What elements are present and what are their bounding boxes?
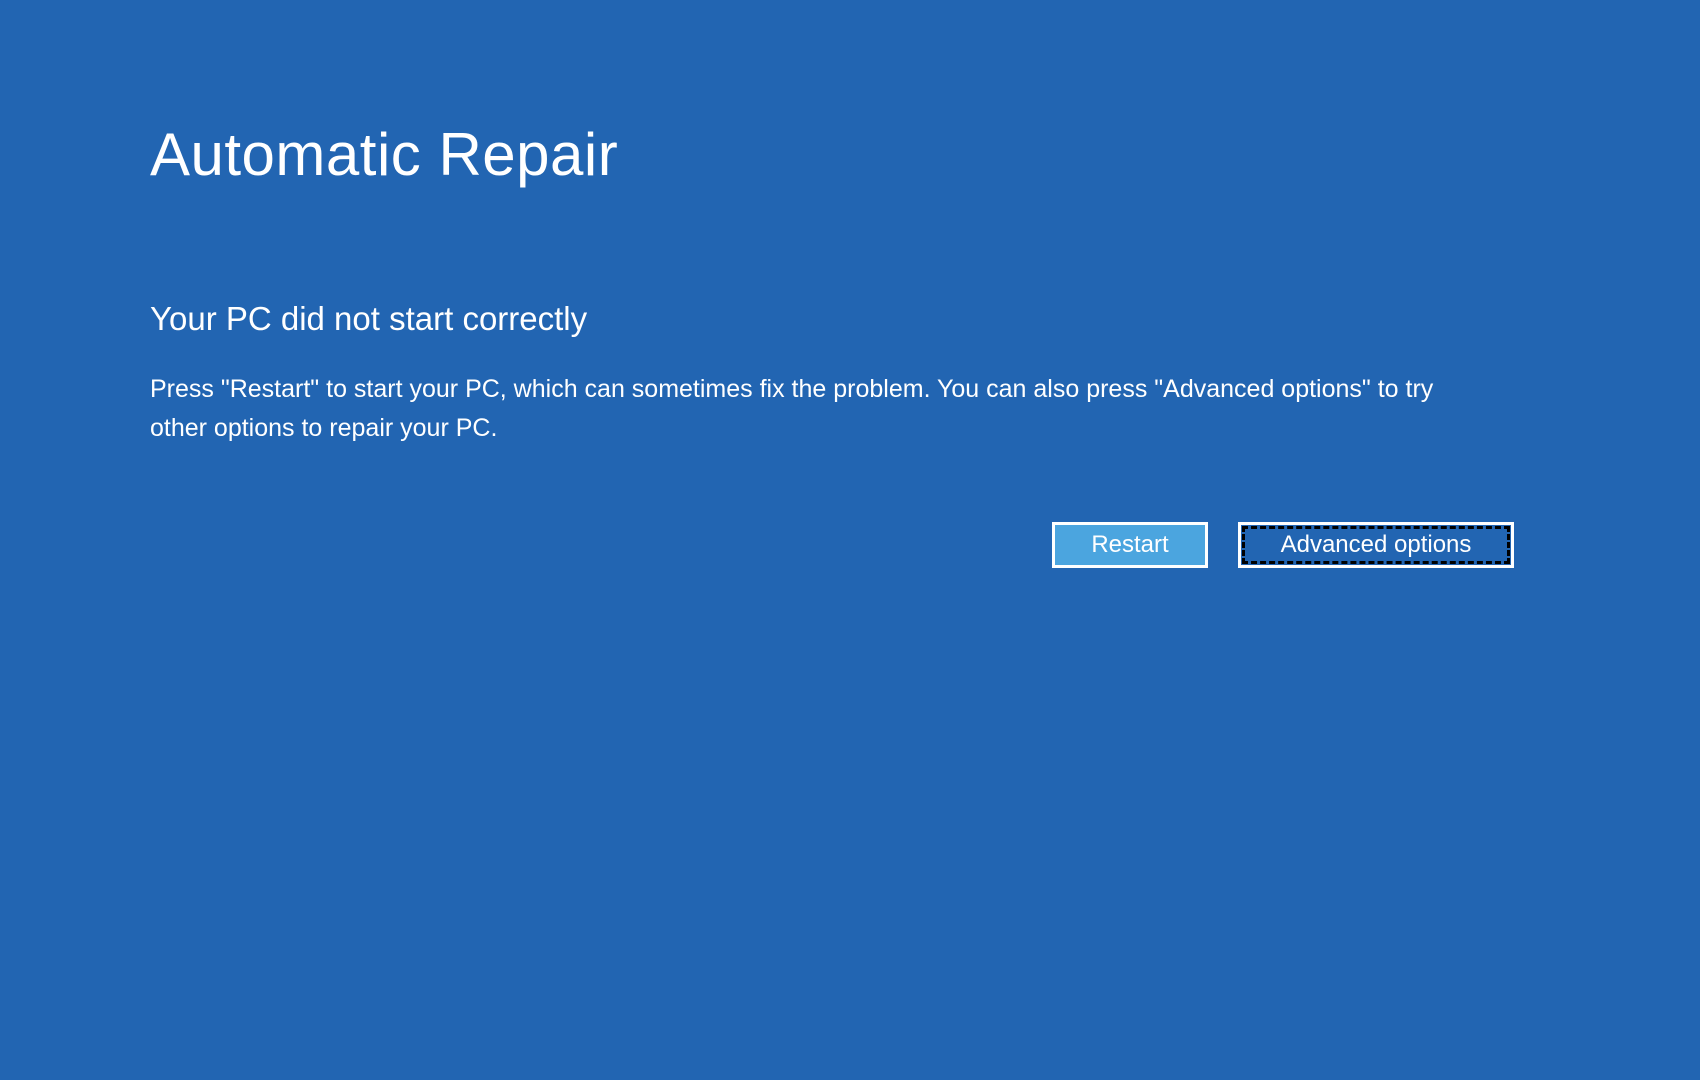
instructions-line-1: Press "Restart" to start your PC, which … (150, 370, 1433, 409)
advanced-options-button[interactable]: Advanced options (1238, 522, 1514, 568)
advanced-options-button-label: Advanced options (1281, 531, 1472, 559)
instructions-line-2: other options to repair your PC. (150, 409, 1433, 448)
button-row: Restart Advanced options (1052, 522, 1514, 568)
restart-button[interactable]: Restart (1052, 522, 1208, 568)
instructions-text: Press "Restart" to start your PC, which … (150, 370, 1433, 448)
status-heading: Your PC did not start correctly (150, 300, 587, 338)
restart-button-label: Restart (1091, 531, 1168, 559)
automatic-repair-screen: Automatic Repair Your PC did not start c… (0, 0, 1700, 1080)
page-title: Automatic Repair (150, 122, 618, 188)
